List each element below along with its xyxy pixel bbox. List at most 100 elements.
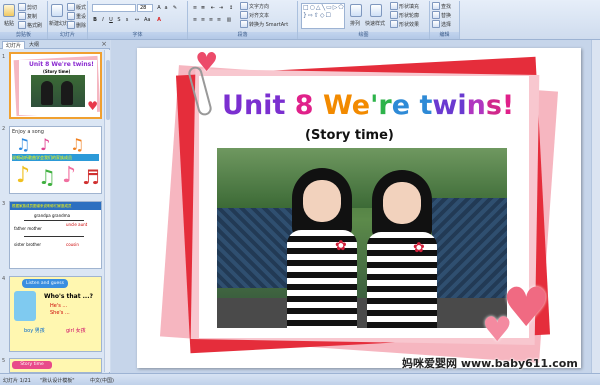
columns-icon[interactable]: ▥ (226, 17, 232, 23)
flower-icon: ✿ (335, 238, 347, 254)
slide-title[interactable]: Unit 8 We're twins! (222, 90, 514, 121)
title-char: 8 (294, 90, 314, 121)
format-painter-button[interactable]: 格式刷 (18, 21, 42, 29)
paste-icon[interactable] (3, 4, 15, 17)
italic-icon[interactable]: I (100, 17, 106, 23)
select-button[interactable]: 选择 (432, 20, 451, 28)
spacing-icon[interactable]: ↔ (134, 17, 140, 23)
arrange-button[interactable]: 排列 (350, 20, 360, 27)
scissors-icon (18, 3, 26, 11)
align-center-icon[interactable]: ≡ (200, 17, 206, 23)
copy-button[interactable]: 复制 (18, 12, 37, 20)
tree-word: cousin (66, 242, 79, 247)
text-direction-button[interactable]: 文字方向 (240, 2, 269, 10)
panel-scrollbar[interactable] (104, 50, 110, 372)
align-text-icon (240, 11, 248, 19)
music-note-icon: ♪ (16, 163, 31, 188)
shape-effects-button[interactable]: 形状效果 (390, 20, 419, 28)
music-note-icon: ♪ (62, 163, 77, 188)
group-label: 编辑 (430, 32, 459, 39)
heart-icon: ♥ (482, 310, 513, 350)
replace-icon (432, 11, 440, 19)
thumb-picture (14, 291, 36, 321)
quick-styles-button[interactable]: 快速样式 (365, 20, 385, 27)
shape-fill-button[interactable]: 形状填充 (390, 2, 419, 10)
arrange-icon[interactable] (350, 4, 362, 17)
heart-icon: ♥ (87, 99, 98, 113)
tab-outline[interactable]: 大纲 (26, 41, 42, 49)
shadow-icon[interactable]: s (124, 17, 130, 23)
thumb-photo (31, 75, 85, 107)
music-note-icon: ♪ (40, 135, 51, 154)
bullets-icon[interactable]: ≡ (192, 5, 198, 11)
align-text-button[interactable]: 对齐文本 (240, 11, 269, 19)
align-right-icon[interactable]: ≡ (208, 17, 214, 23)
slide-thumbnail-2[interactable]: Enjoy a song ♫ ♪ ♫ 说唱动听歌曲学会我们的家族成员 ♪ ♫ ♪… (9, 126, 102, 194)
panel-tabs: 幻灯片 大纲 × (0, 40, 110, 49)
slide-thumbnail-5[interactable]: Story time (9, 358, 102, 373)
status-bar: 幻灯片 1/21 "默认设计模板" 中文(中国) (0, 373, 600, 385)
shape-outline-button[interactable]: 形状轮廓 (390, 11, 419, 19)
title-char: w (432, 90, 458, 121)
slide-canvas[interactable]: ♥ Unit 8 We're twins! (Story time) ✿ ✿ ♥… (137, 48, 581, 368)
outline-icon (390, 11, 398, 19)
effects-icon (390, 20, 398, 28)
flower-icon: ✿ (413, 240, 425, 256)
copy-icon (18, 12, 26, 20)
increase-indent-icon[interactable]: ⇥ (218, 5, 224, 11)
thumb-subtitle: (Story time) (43, 69, 71, 74)
justify-icon[interactable]: ≡ (216, 17, 222, 23)
slide-number: 1 (2, 54, 6, 60)
watermark: 妈咪爱婴网 www.baby611.com (402, 357, 578, 370)
font-name-select[interactable] (92, 4, 136, 12)
clear-format-icon[interactable]: ✎ (172, 5, 178, 11)
reset-button[interactable]: 重设 (67, 12, 86, 20)
slide-thumbnail-1[interactable]: Unit 8 We're twins! (Story time) ♥ (9, 52, 102, 119)
underline-icon[interactable]: U (108, 17, 114, 23)
slide-number: 3 (2, 201, 6, 207)
align-left-icon[interactable]: ≡ (192, 17, 198, 23)
font-size-select[interactable]: 28 (137, 4, 153, 12)
shapes-gallery[interactable]: □○△╲▭▷⬠☆↗{ }⇨⇧◇☐ (301, 3, 345, 29)
editor-scrollbar[interactable] (591, 40, 600, 373)
decrease-indent-icon[interactable]: ⇤ (210, 5, 216, 11)
font-color-icon[interactable]: A (156, 17, 162, 23)
close-panel-icon[interactable]: × (101, 40, 107, 49)
replace-button[interactable]: 替换 (432, 11, 451, 19)
thumb-girl: girl 女孩 (66, 328, 86, 334)
bold-icon[interactable]: B (92, 17, 98, 23)
find-button[interactable]: 查找 (432, 2, 451, 10)
shrink-font-icon[interactable]: a (163, 5, 169, 11)
scrollbar-thumb[interactable] (106, 60, 110, 120)
group-label: 字体 (88, 32, 187, 39)
slide-thumbnail-4[interactable]: Listen and guess Who's that ...? He's ..… (9, 276, 102, 352)
slide-subtitle[interactable]: (Story time) (305, 128, 394, 143)
case-icon[interactable]: Aa (144, 17, 150, 23)
smartart-button[interactable]: 转换为 SmartArt (240, 20, 288, 28)
editing-group: 查找 替换 选择 编辑 (430, 1, 460, 39)
font-group: 28 A a ✎ B I U S s ↔ Aa A 字体 (88, 1, 188, 39)
thumb-title: Unit 8 We're twins! (29, 61, 94, 68)
slide-count: 幻灯片 1/21 (3, 378, 31, 384)
grow-font-icon[interactable]: A (156, 5, 162, 11)
paste-button[interactable]: 粘贴 (4, 20, 14, 27)
title-char: t (272, 90, 286, 121)
delete-slide-button[interactable]: 删除 (67, 21, 86, 29)
quick-styles-icon[interactable] (370, 4, 382, 17)
line-spacing-icon[interactable]: ↕ (228, 5, 234, 11)
title-char (314, 90, 323, 121)
theme-name: "默认设计模板" (40, 378, 75, 384)
new-slide-icon[interactable] (51, 4, 63, 17)
brush-icon (18, 21, 26, 29)
title-char: e (351, 90, 371, 121)
paragraph-group: ≡ ≣ ⇤ ⇥ ↕ ≡ ≡ ≡ ≡ ▥ 文字方向 对齐文本 转换为 SmartA… (188, 1, 298, 39)
thumb-title: 根据家族成员图谱来说明你们家庭成员 (10, 202, 101, 210)
strike-icon[interactable]: S (116, 17, 122, 23)
tab-slides[interactable]: 幻灯片 (2, 41, 26, 49)
cut-button[interactable]: 剪切 (18, 3, 37, 11)
music-note-icon: ♫ (16, 135, 31, 154)
layout-button[interactable]: 版式 (67, 3, 86, 11)
slide-thumbnail-3[interactable]: 根据家族成员图谱来说明你们家庭成员 grandpa grandma father… (9, 201, 102, 269)
twins-photo[interactable]: ✿ ✿ (217, 148, 507, 328)
numbering-icon[interactable]: ≣ (200, 5, 206, 11)
